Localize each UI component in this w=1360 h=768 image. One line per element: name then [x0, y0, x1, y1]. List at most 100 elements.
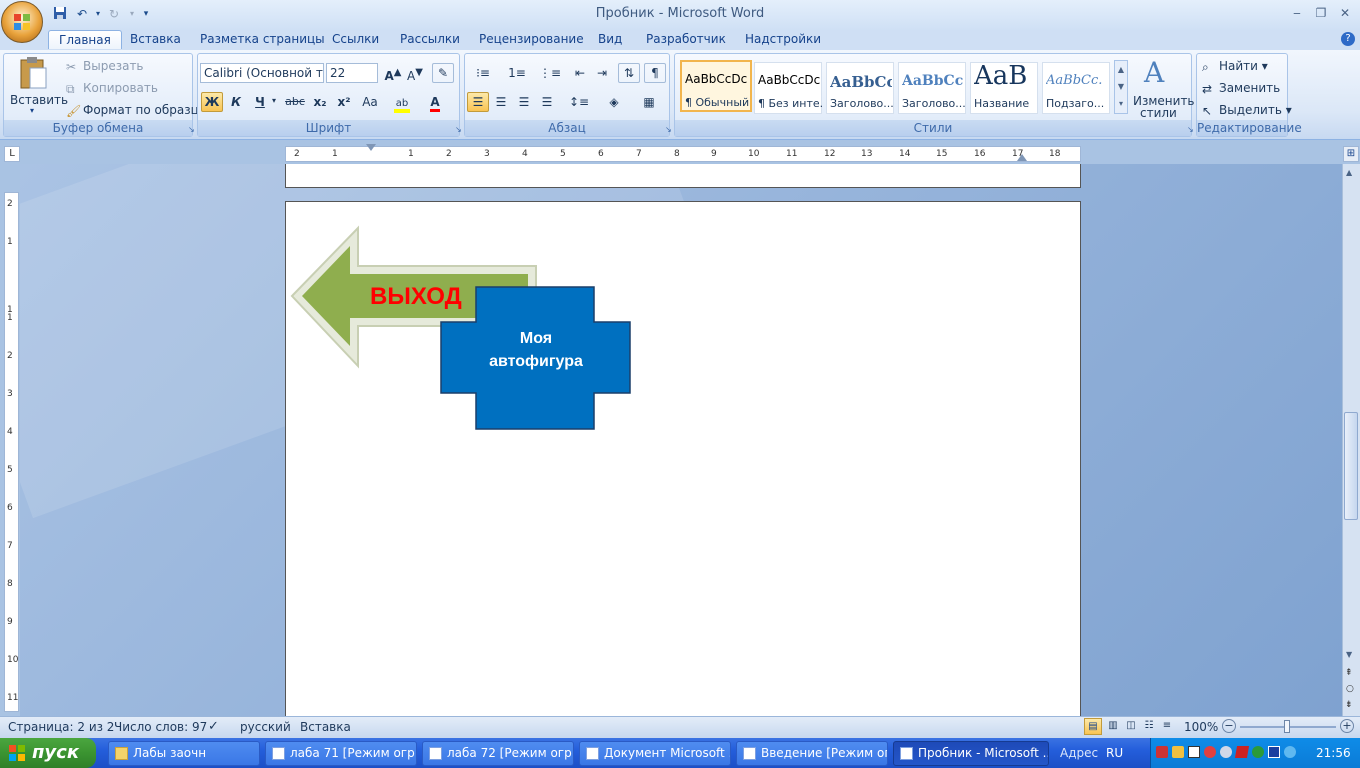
start-button[interactable]: пуск — [0, 738, 96, 768]
dialog-launcher-icon[interactable]: ↘ — [188, 125, 195, 134]
messenger-icon[interactable] — [1284, 746, 1296, 758]
taskbar-item-word[interactable]: лаба 71 [Режим огр... — [265, 741, 417, 766]
zoom-level[interactable]: 100% — [1184, 720, 1218, 734]
kaspersky-icon[interactable] — [1234, 746, 1250, 758]
help-icon[interactable]: ? — [1341, 32, 1355, 46]
style-no-spacing[interactable]: AaBbCcDc ¶ Без инте... — [754, 62, 822, 114]
styles-scroll[interactable]: ▲ ▼ ▾ — [1114, 60, 1128, 114]
zoom-in-icon[interactable]: + — [1340, 719, 1354, 733]
print-layout-view-icon[interactable]: ▤ — [1084, 718, 1102, 735]
restore-button[interactable]: ❐ — [1310, 4, 1332, 22]
tab-addins[interactable]: Надстройки — [735, 30, 831, 49]
style-heading-1[interactable]: AaBbCc Заголово... — [826, 62, 894, 114]
cut-button[interactable]: ✂ Вырезать — [66, 59, 144, 74]
superscript-button[interactable]: x² — [333, 92, 355, 112]
shading-button[interactable]: ◈ — [598, 92, 630, 112]
tab-references[interactable]: Ссылки — [322, 30, 389, 49]
align-right-button[interactable]: ☰ — [513, 92, 535, 112]
draft-view-icon[interactable]: ≡ — [1158, 718, 1176, 735]
borders-button[interactable]: ▦ — [634, 92, 664, 112]
highlight-button[interactable]: ab — [389, 92, 415, 113]
tab-view[interactable]: Вид — [588, 30, 632, 49]
minimize-button[interactable]: ‒ — [1286, 4, 1308, 22]
page-count[interactable]: Страница: 2 из 2 — [8, 720, 114, 734]
decrease-indent-button[interactable]: ⇤ — [570, 63, 590, 83]
zoom-out-icon[interactable]: − — [1222, 719, 1236, 733]
sort-button[interactable]: ⇅ — [618, 63, 640, 83]
tray-app-icon[interactable] — [1172, 746, 1184, 758]
dialog-launcher-icon[interactable]: ↘ — [665, 125, 672, 134]
scroll-up-icon[interactable]: ▲ — [1346, 168, 1352, 177]
change-styles-button[interactable]: A Изменить стили — [1130, 56, 1195, 120]
style-normal[interactable]: AaBbCcDc ¶ Обычный — [680, 60, 752, 112]
green-status-icon[interactable] — [1252, 746, 1264, 758]
align-left-button[interactable]: ☰ — [467, 92, 489, 112]
horizontal-ruler[interactable]: 2 1 1 2 3 4 5 6 7 8 9 10 11 12 13 14 15 16 17 18 — [285, 146, 1081, 162]
justify-button[interactable]: ☰ — [536, 92, 558, 112]
tab-insert[interactable]: Вставка — [120, 30, 191, 49]
network-icon[interactable] — [1156, 746, 1168, 758]
page-1-bottom[interactable] — [285, 164, 1081, 188]
previous-page-icon[interactable]: ⇞ — [1345, 668, 1353, 678]
antivirus-icon[interactable] — [1204, 746, 1216, 758]
insert-mode[interactable]: Вставка — [300, 720, 351, 734]
style-heading-2[interactable]: AaBbCc Заголово... — [898, 62, 966, 114]
language-bar[interactable]: RU — [1106, 746, 1123, 760]
line-spacing-button[interactable]: ↕≡ — [564, 92, 594, 112]
format-painter-button[interactable]: 🖌 Формат по образцу — [66, 103, 206, 118]
language-indicator[interactable]: русский — [240, 720, 291, 734]
subscript-button[interactable]: x₂ — [309, 92, 331, 112]
underline-button[interactable]: Ч — [249, 92, 271, 112]
style-title[interactable]: AaB Название — [970, 61, 1038, 114]
clear-formatting-button[interactable]: ✎ — [432, 63, 454, 83]
tab-selector[interactable]: L — [4, 146, 20, 162]
taskbar-item-word[interactable]: Введение [Режим ог... — [736, 741, 888, 766]
view-ruler-icon[interactable]: ⊞ — [1343, 146, 1359, 162]
change-case-button[interactable]: Aa — [357, 92, 383, 112]
browse-object-icon[interactable]: ○ — [1346, 684, 1354, 694]
multilevel-list-button[interactable]: ⋮≡ — [536, 63, 564, 83]
select-button[interactable]: ↖ Выделить ▾ — [1202, 103, 1292, 118]
zoom-slider-thumb[interactable] — [1284, 720, 1290, 733]
taskbar-item-folder[interactable]: Лабы заочн — [108, 741, 260, 766]
shrink-font-button[interactable]: A▼ — [405, 63, 425, 83]
find-button[interactable]: ⌕ Найти ▾ — [1202, 59, 1268, 74]
tab-review[interactable]: Рецензирование — [469, 30, 594, 49]
tab-home[interactable]: Главная — [48, 30, 122, 49]
copy-button[interactable]: ⧉ Копировать — [66, 81, 158, 96]
strikethrough-button[interactable]: abc — [283, 92, 307, 112]
font-color-button[interactable]: A — [423, 92, 447, 112]
close-button[interactable]: ✕ — [1334, 4, 1356, 22]
increase-indent-button[interactable]: ⇥ — [592, 63, 612, 83]
chevron-down-icon[interactable]: ▾ — [272, 96, 276, 105]
office-button[interactable] — [1, 1, 43, 43]
scroll-down-icon[interactable]: ▼ — [1346, 650, 1352, 659]
taskbar-item-word-active[interactable]: Пробник - Microsoft ... — [893, 741, 1049, 766]
volume-icon[interactable] — [1220, 746, 1232, 758]
outline-view-icon[interactable]: ☷ — [1140, 718, 1158, 735]
tab-mailings[interactable]: Рассылки — [390, 30, 470, 49]
proofing-icon[interactable]: ✓ — [208, 719, 219, 734]
grow-font-button[interactable]: A▲ — [383, 63, 403, 83]
dialog-launcher-icon[interactable]: ↘ — [455, 125, 462, 134]
right-indent-marker[interactable] — [1017, 154, 1027, 161]
next-page-icon[interactable]: ⇟ — [1345, 700, 1353, 710]
first-line-indent-marker[interactable] — [366, 144, 376, 151]
taskbar-item-word[interactable]: лаба 72 [Режим огр... — [422, 741, 574, 766]
numbering-button[interactable]: 1≡ — [502, 63, 532, 83]
style-subtitle[interactable]: AaBbCc. Подзаго... — [1042, 62, 1110, 114]
replace-button[interactable]: ⇄ Заменить — [1202, 81, 1280, 96]
font-size-input[interactable]: 22 — [326, 63, 378, 83]
dialog-launcher-icon[interactable]: ↘ — [1187, 125, 1194, 134]
media-player-icon[interactable] — [1268, 746, 1280, 758]
tab-page-layout[interactable]: Разметка страницы — [190, 30, 335, 49]
align-center-button[interactable]: ☰ — [490, 92, 512, 112]
full-screen-view-icon[interactable]: ▥ — [1104, 718, 1122, 735]
tab-developer[interactable]: Разработчик — [636, 30, 736, 49]
font-name-input[interactable]: Calibri (Основной текст) — [200, 63, 324, 83]
keyboard-icon[interactable] — [1188, 746, 1200, 758]
address-toolbar-label[interactable]: Адрес — [1060, 746, 1098, 760]
bullets-button[interactable]: ⁝≡ — [468, 63, 498, 83]
web-layout-view-icon[interactable]: ◫ — [1122, 718, 1140, 735]
italic-button[interactable]: К — [225, 92, 247, 112]
